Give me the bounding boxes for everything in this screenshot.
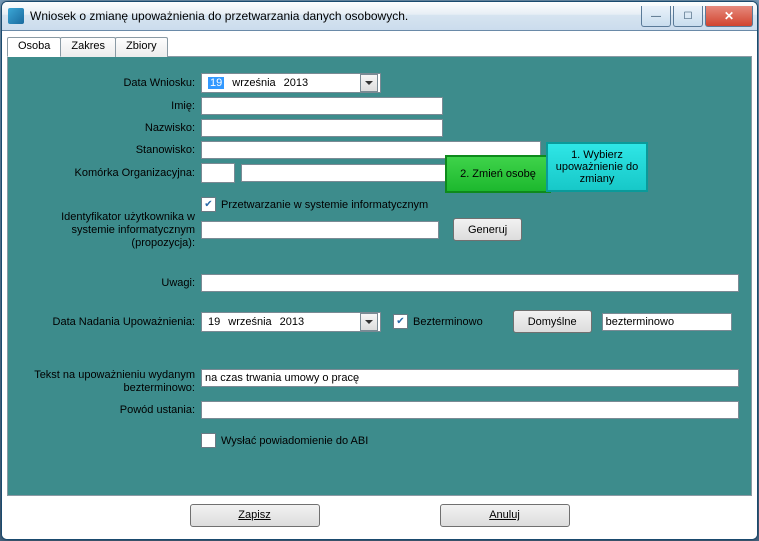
date-nadania-year: 2013: [280, 316, 304, 328]
bezterminowo-label: Bezterminowo: [413, 316, 483, 328]
select-authorization-button[interactable]: 1. Wybierz upoważnienie do zmiany: [546, 142, 648, 192]
form-panel: 2. Zmień osobę 1. Wybierz upoważnienie d…: [7, 57, 752, 496]
label-data-nadania: Data Nadania Upoważnienia:: [20, 316, 201, 328]
imie-field[interactable]: [201, 97, 443, 115]
date-wniosku-month: września: [232, 77, 275, 89]
tab-strip: Osoba Zakres Zbiory: [7, 36, 752, 57]
label-nazwisko: Nazwisko:: [20, 122, 201, 134]
domyslne-button[interactable]: Domyślne: [513, 310, 592, 333]
tekst-field[interactable]: [201, 369, 739, 387]
zapisz-button[interactable]: Zapisz: [190, 504, 320, 527]
tab-osoba[interactable]: Osoba: [7, 37, 61, 57]
button-bar: Zapisz Anuluj: [7, 496, 752, 534]
label-stanowisko: Stanowisko:: [20, 144, 201, 156]
date-nadania-day: 19: [208, 316, 220, 328]
powod-field[interactable]: [201, 401, 739, 419]
tab-zakres[interactable]: Zakres: [60, 37, 116, 57]
wyslac-abi-label: Wysłać powiadomienie do ABI: [221, 435, 368, 447]
close-button[interactable]: ✕: [705, 6, 753, 27]
client-area: Osoba Zakres Zbiory 2. Zmień osobę 1. Wy…: [2, 31, 757, 539]
nazwisko-field[interactable]: [201, 119, 443, 137]
identyfikator-field[interactable]: [201, 221, 439, 239]
date-wniosku-picker[interactable]: 19 września 2013: [201, 73, 381, 93]
zapisz-label: Zapisz: [238, 509, 270, 521]
wyslac-abi-checkbox[interactable]: [201, 433, 216, 448]
komorka-code-field[interactable]: [201, 163, 235, 183]
window-controls: — ☐ ✕: [639, 6, 753, 26]
uwagi-field[interactable]: [201, 274, 739, 292]
close-icon: ✕: [724, 9, 734, 23]
label-uwagi: Uwagi:: [20, 277, 201, 289]
label-identyfikator: Identyfikator użytkownika w systemie inf…: [20, 197, 201, 250]
domyslne-text-field[interactable]: [602, 313, 732, 331]
maximize-button[interactable]: ☐: [673, 6, 703, 27]
titlebar: Wniosek o zmianę upoważnienia do przetwa…: [2, 2, 757, 31]
date-wniosku-day: 19: [208, 77, 224, 89]
minimize-button[interactable]: —: [641, 6, 671, 27]
label-data-wniosku: Data Wniosku:: [20, 77, 201, 89]
date-wniosku-dropdown-icon[interactable]: [360, 74, 378, 92]
date-nadania-month: września: [228, 316, 271, 328]
label-tekst: Tekst na upoważnieniu wydanym beztermino…: [20, 369, 201, 395]
app-icon: [8, 8, 24, 24]
przetwarzanie-label: Przetwarzanie w systemie informatycznym: [221, 199, 428, 211]
date-nadania-picker[interactable]: 19 września 2013: [201, 312, 381, 332]
generuj-button[interactable]: Generuj: [453, 218, 522, 241]
anuluj-button[interactable]: Anuluj: [440, 504, 570, 527]
label-komorka: Komórka Organizacyjna:: [20, 167, 201, 179]
bezterminowo-checkbox[interactable]: ✔: [393, 314, 408, 329]
app-window: Wniosek o zmianę upoważnienia do przetwa…: [1, 1, 758, 540]
window-title: Wniosek o zmianę upoważnienia do przetwa…: [30, 9, 639, 23]
date-nadania-dropdown-icon[interactable]: [360, 313, 378, 331]
tab-zbiory[interactable]: Zbiory: [115, 37, 168, 57]
przetwarzanie-checkbox[interactable]: ✔: [201, 197, 216, 212]
date-wniosku-year: 2013: [284, 77, 308, 89]
anuluj-label: Anuluj: [489, 509, 520, 521]
label-imie: Imię:: [20, 100, 201, 112]
label-powod: Powód ustania:: [20, 404, 201, 416]
change-person-button[interactable]: 2. Zmień osobę: [445, 155, 551, 193]
